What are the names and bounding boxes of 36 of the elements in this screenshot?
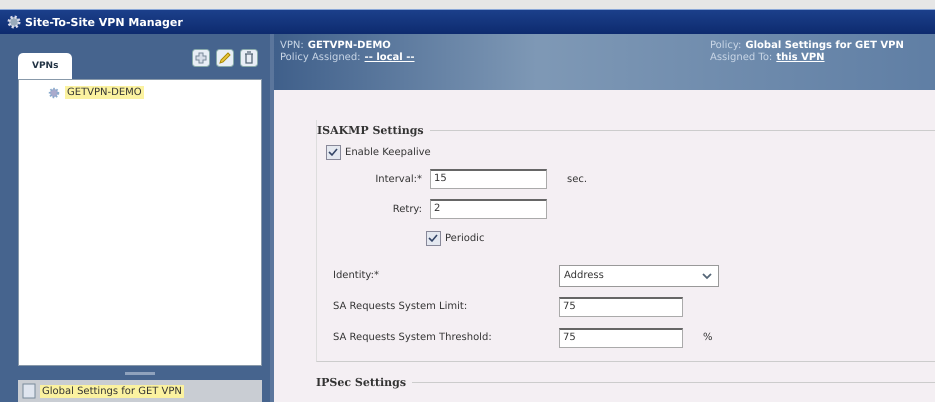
checkbox-label: Periodic: [445, 232, 484, 244]
input-field[interactable]: 75: [559, 296, 683, 316]
pencil-icon[interactable]: [216, 48, 234, 67]
trash-icon[interactable]: [240, 48, 258, 67]
unit-label: %: [703, 332, 713, 343]
section-title: ISAKMP Settings: [317, 124, 424, 136]
field-label: Identity:*: [333, 270, 380, 281]
gear-icon: [47, 86, 61, 100]
assigned-to-link[interactable]: this VPN: [776, 52, 825, 63]
add-icon[interactable]: [192, 48, 210, 67]
checkbox[interactable]: [426, 230, 441, 246]
section-title: IPSec Settings: [316, 376, 406, 388]
checkbox[interactable]: [326, 144, 341, 160]
checkbox-label: Enable Keepalive: [345, 146, 431, 158]
policy-assigned-link[interactable]: -- local --: [364, 52, 415, 63]
policy-assigned-label: Policy Assigned:: [280, 52, 361, 63]
field-label: SA Requests System Threshold:: [333, 332, 493, 343]
policy-name: Global Settings for GET VPN: [745, 40, 904, 51]
policy-item[interactable]: Global Settings for GET VPN: [40, 384, 184, 398]
gear-icon: [6, 14, 22, 30]
unit-label: sec.: [567, 174, 588, 184]
field-label: SA Requests System Limit:: [333, 301, 468, 312]
vpn-name: GETVPN-DEMO: [308, 40, 391, 51]
vpn-label: VPN:: [280, 40, 304, 51]
dropdown[interactable]: Address: [559, 264, 719, 286]
vpns-tab[interactable]: VPNs: [18, 52, 72, 79]
field-label: Retry:: [392, 204, 423, 214]
assigned-to-label: Assigned To:: [710, 52, 772, 63]
vpn-item[interactable]: GETVPN-DEMO: [65, 86, 144, 100]
window-title: Site-To-Site VPN Manager: [25, 16, 183, 28]
page-icon: [22, 383, 36, 399]
field-label: Interval:*: [374, 174, 423, 184]
policy-label: Policy:: [710, 40, 742, 51]
input-field[interactable]: 15: [430, 169, 547, 189]
input-field[interactable]: 75: [559, 328, 683, 348]
input-field[interactable]: 2: [430, 199, 547, 219]
